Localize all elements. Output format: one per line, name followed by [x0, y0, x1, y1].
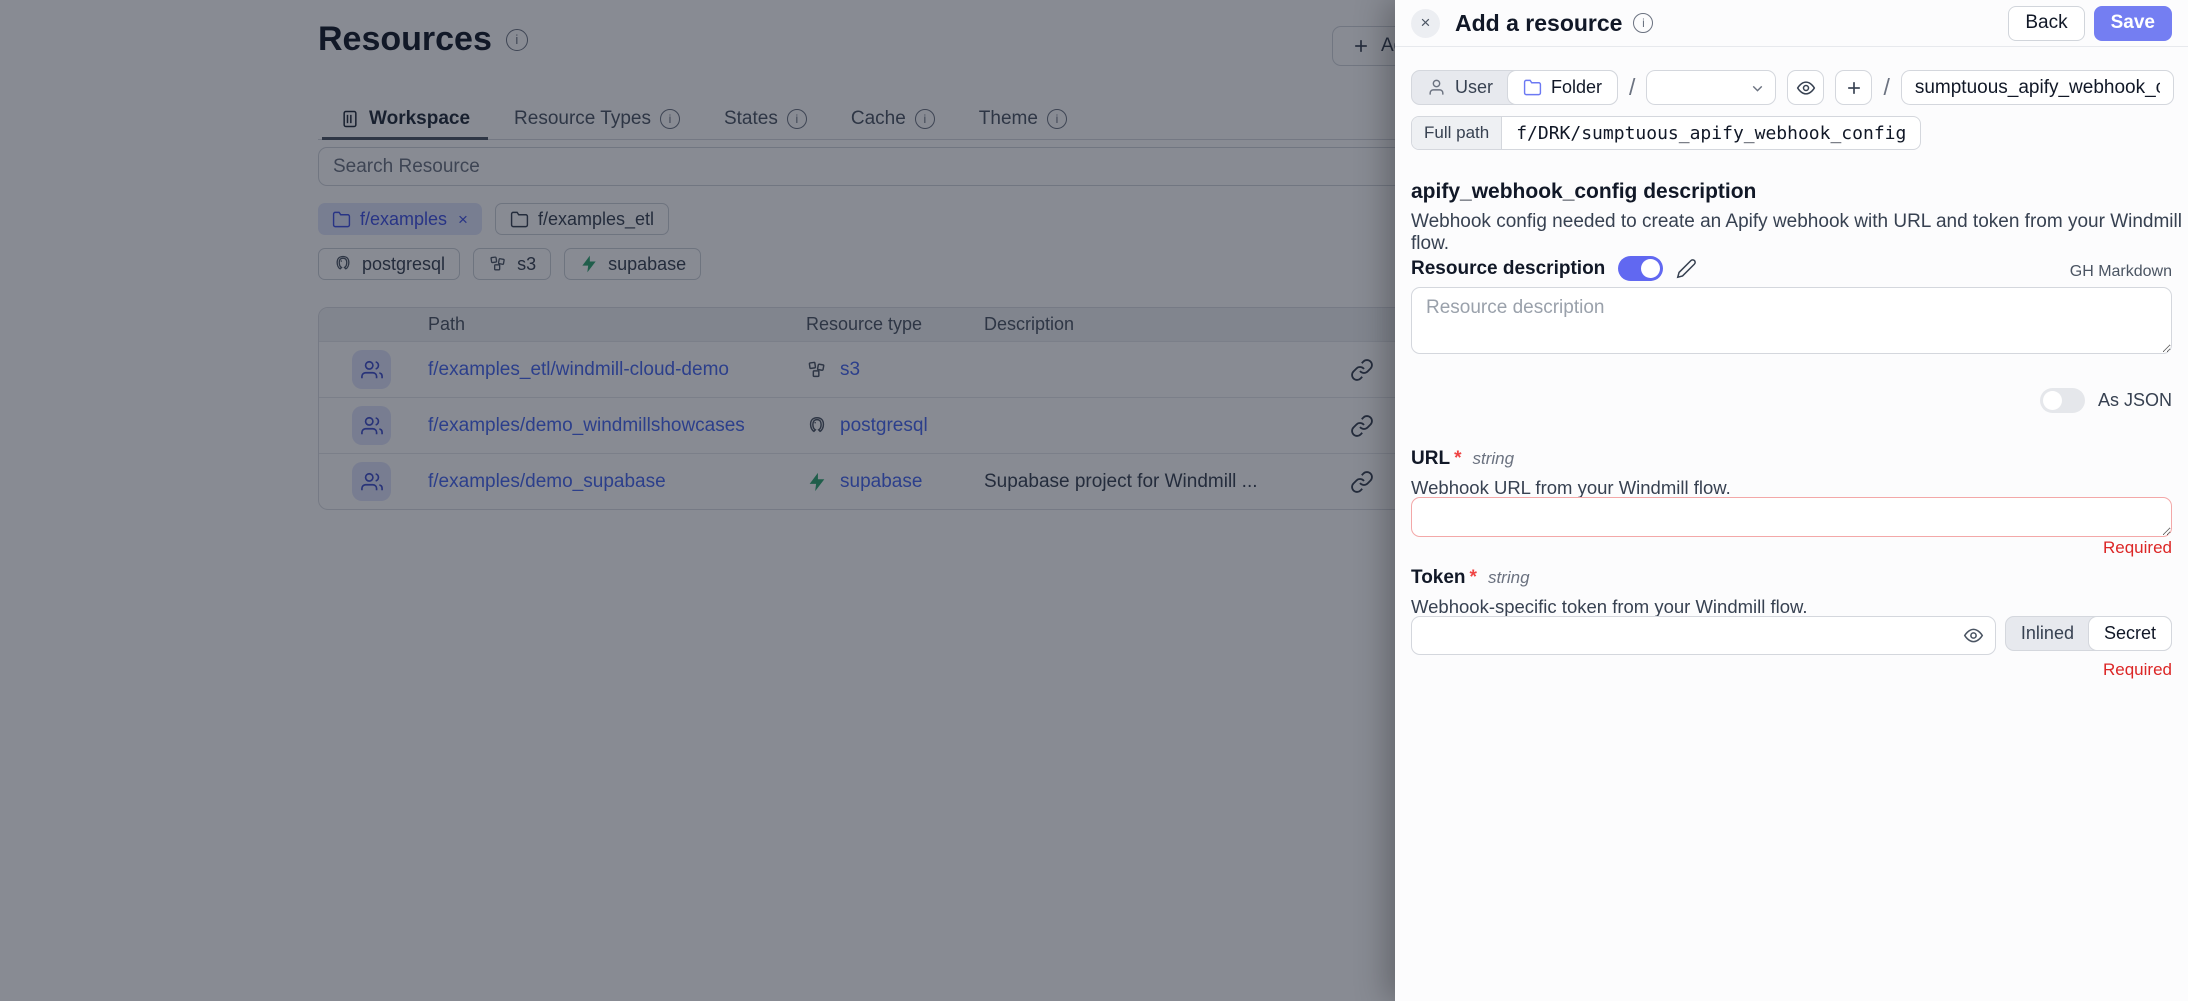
full-path-label: Full path — [1412, 117, 1502, 149]
token-inlined-option[interactable]: Inlined — [2006, 617, 2089, 650]
url-input[interactable] — [1411, 497, 2172, 537]
required-asterisk: * — [1454, 448, 1461, 470]
plus-icon — [1844, 78, 1864, 98]
eye-icon[interactable] — [1963, 625, 1984, 646]
token-field-label: Token * string — [1411, 567, 1530, 589]
drawer-actions: Back Save — [2008, 6, 2172, 41]
token-help-text: Webhook-specific token from your Windmil… — [1411, 596, 1808, 618]
owner-user-option[interactable]: User — [1412, 71, 1508, 104]
folder-select[interactable] — [1646, 70, 1776, 105]
as-json-row: As JSON — [2040, 388, 2172, 413]
token-mode-toggle: Inlined Secret — [2005, 616, 2172, 651]
token-secret-option[interactable]: Secret — [2088, 616, 2172, 651]
resource-name-input[interactable] — [1901, 70, 2174, 105]
drawer-header: × Add a resource Back Save — [1395, 0, 2188, 47]
drawer-title-text: Add a resource — [1455, 10, 1622, 37]
new-folder-button[interactable] — [1835, 70, 1872, 105]
token-required-error: Required — [2103, 660, 2172, 680]
description-label: Resource description — [1411, 258, 1605, 280]
token-input-wrap — [1411, 616, 1996, 655]
description-label-row: Resource description — [1411, 256, 1697, 281]
token-input[interactable] — [1411, 616, 1996, 655]
chevron-down-icon — [1749, 80, 1766, 97]
schema-help-text: Webhook config needed to create an Apify… — [1411, 211, 2188, 255]
url-required-error: Required — [2103, 538, 2172, 558]
eye-icon — [1796, 78, 1816, 98]
description-toggle[interactable] — [1618, 256, 1663, 281]
owner-user-label: User — [1455, 77, 1493, 98]
required-asterisk: * — [1470, 567, 1477, 589]
url-field-label: URL * string — [1411, 448, 1514, 470]
owner-folder-option[interactable]: Folder — [1507, 70, 1618, 105]
save-button[interactable]: Save — [2094, 6, 2172, 41]
field-name: URL — [1411, 448, 1450, 470]
schema-heading: apify_webhook_config description — [1411, 180, 1756, 204]
field-name: Token — [1411, 567, 1466, 589]
as-json-label: As JSON — [2098, 390, 2172, 411]
inlined-label: Inlined — [2021, 623, 2074, 644]
markdown-hint: GH Markdown — [2070, 263, 2172, 281]
close-button[interactable]: × — [1411, 9, 1440, 38]
drawer-title: Add a resource — [1455, 10, 1653, 37]
as-json-toggle[interactable] — [2040, 388, 2085, 413]
resources-page: Resources Add resource Workspace Resourc… — [0, 0, 2188, 1001]
description-textarea[interactable] — [1411, 287, 2172, 354]
secret-label: Secret — [2104, 623, 2156, 644]
folder-icon — [1523, 78, 1542, 97]
owner-kind-toggle: User Folder — [1411, 70, 1618, 105]
path-picker-row: User Folder / / — [1411, 70, 2172, 105]
pencil-icon[interactable] — [1676, 258, 1697, 279]
owner-folder-label: Folder — [1551, 77, 1602, 98]
field-type: string — [1488, 568, 1530, 588]
info-icon[interactable] — [1633, 13, 1653, 33]
token-input-row: Inlined Secret — [1411, 616, 2172, 655]
full-path-group: Full path f/DRK/sumptuous_apify_webhook_… — [1411, 116, 1921, 150]
view-folder-button[interactable] — [1787, 70, 1824, 105]
add-resource-drawer: × Add a resource Back Save User Folder — [1395, 0, 2188, 1001]
path-separator: / — [1629, 74, 1635, 101]
user-icon — [1427, 78, 1446, 97]
back-button[interactable]: Back — [2008, 6, 2084, 41]
full-path-value: f/DRK/sumptuous_apify_webhook_config — [1502, 117, 1920, 149]
field-type: string — [1472, 449, 1514, 469]
url-help-text: Webhook URL from your Windmill flow. — [1411, 477, 1731, 499]
path-separator: / — [1883, 74, 1889, 101]
